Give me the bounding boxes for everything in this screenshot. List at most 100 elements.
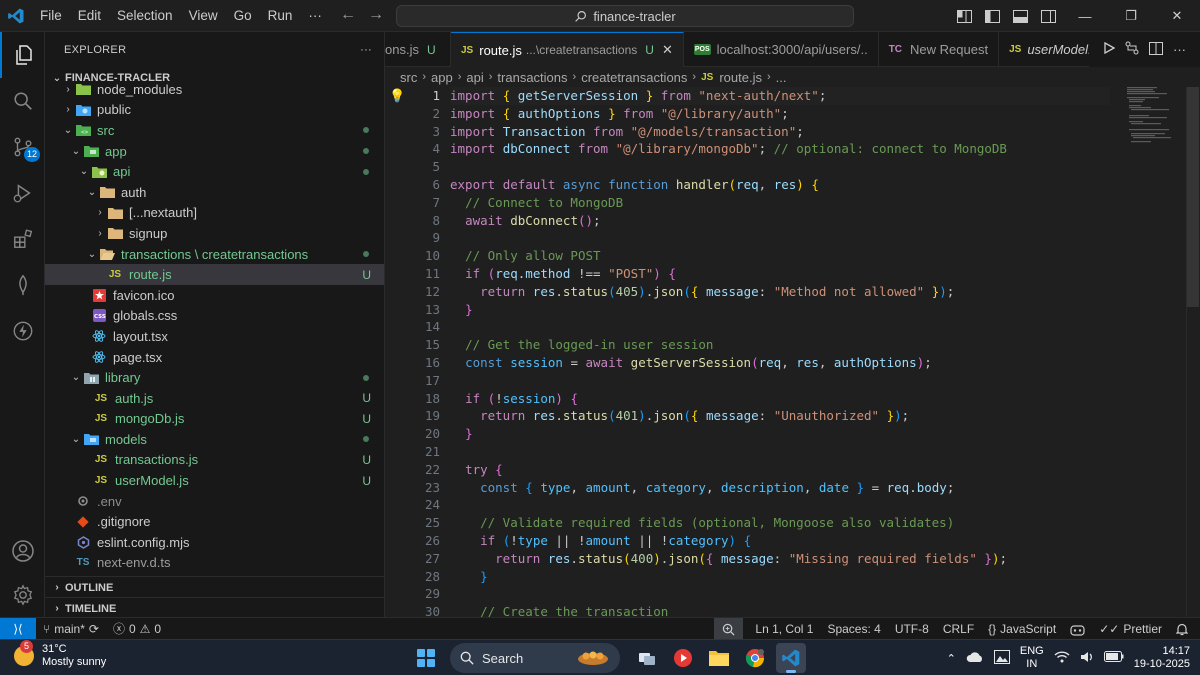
onedrive-cloud-icon[interactable] [966, 651, 984, 666]
git-branch[interactable]: ⑂ main* ⟳ [36, 622, 106, 636]
breadcrumb-app[interactable]: app [431, 70, 453, 85]
prettier-status[interactable]: ✓✓ Prettier [1092, 622, 1169, 636]
toggle-secondary-sidebar-icon[interactable] [1037, 8, 1059, 24]
tree-row-transactions-js[interactable]: JS transactions.js U [45, 450, 384, 471]
forward-arrow-icon[interactable]: → [368, 6, 384, 24]
run-icon[interactable] [1103, 41, 1116, 57]
encoding[interactable]: UTF-8 [888, 622, 936, 636]
tree-row-mongodb-js[interactable]: JS mongoDb.js U [45, 409, 384, 430]
tree-row-nextauth[interactable]: › [...nextauth] [45, 203, 384, 224]
accounts-icon[interactable] [0, 528, 45, 574]
menu-go[interactable]: Go [226, 0, 260, 32]
chrome-icon[interactable] [740, 643, 770, 673]
vscode-taskbar-icon[interactable] [776, 643, 806, 673]
tab-localhost-request[interactable]: POS localhost:3000/api/users/.. [684, 32, 879, 67]
tree-row-next-env[interactable]: TS next-env.d.ts [45, 553, 384, 574]
remote-indicator-icon[interactable]: ⟩⟨ [0, 617, 36, 640]
minimize-button[interactable]: — [1062, 0, 1108, 32]
weather-widget[interactable]: 5 31°C Mostly sunny [14, 640, 106, 669]
sync-icon[interactable]: ⟳ [89, 622, 99, 636]
settings-gear-icon[interactable] [0, 572, 45, 618]
tab-route-js[interactable]: JS route.js ...\createtransactions U ✕ [451, 32, 684, 67]
media-player-icon[interactable] [668, 643, 698, 673]
tree-row-public[interactable]: › public [45, 100, 384, 121]
search-icon[interactable] [0, 78, 45, 124]
tree-row-env[interactable]: .env [45, 491, 384, 512]
split-editor-icon[interactable] [1149, 41, 1163, 58]
menu-selection[interactable]: Selection [109, 0, 181, 32]
toggle-panel-icon[interactable] [1009, 8, 1031, 24]
tree-row-api[interactable]: ⌄ api [45, 161, 384, 182]
code-editor[interactable]: 💡 1 2 3 4 5 6 7 8 9 10 11 12 13 14 15 16 17 18 19 20 21 22 23 2… [385, 87, 1200, 617]
tree-row-globals-css[interactable]: CSS globals.css [45, 306, 384, 327]
indentation[interactable]: Spaces: 4 [820, 622, 887, 636]
command-center-search[interactable]: finance-tracler [396, 5, 854, 27]
tree-row-node-modules[interactable]: › node_modules [45, 79, 384, 100]
tree-row-eslint[interactable]: eslint.config.mjs [45, 532, 384, 553]
copilot-icon[interactable] [1063, 623, 1092, 636]
timeline-section-header[interactable]: › TIMELINE [45, 597, 384, 617]
outline-section-header[interactable]: › OUTLINE [45, 576, 384, 598]
editor-vertical-scrollbar[interactable] [1186, 87, 1200, 617]
extensions-icon[interactable] [0, 216, 45, 262]
notifications-bell-icon[interactable] [1169, 623, 1200, 636]
menu-edit[interactable]: Edit [70, 0, 109, 32]
compare-changes-icon[interactable] [1125, 41, 1139, 58]
code-content[interactable]: import { getServerSession } from "next-a… [450, 87, 1110, 617]
thunder-client-icon[interactable] [0, 308, 45, 354]
tree-row-src[interactable]: ⌄ <> src [45, 120, 384, 141]
input-language[interactable]: ENG IN [1020, 645, 1044, 671]
tab-new-request[interactable]: TC New Request [879, 32, 1000, 67]
breadcrumb-src[interactable]: src [400, 70, 417, 85]
breadcrumb-transactions[interactable]: transactions [497, 70, 567, 85]
restore-button[interactable]: ❐ [1108, 0, 1154, 32]
taskbar-search[interactable]: Search [450, 643, 620, 673]
menu-file[interactable]: File [32, 0, 70, 32]
task-view-icon[interactable] [632, 643, 662, 673]
tree-row-library[interactable]: ⌄ library [45, 367, 384, 388]
tree-row-page-tsx[interactable]: page.tsx [45, 347, 384, 368]
tree-row-route-js[interactable]: JS route.js U [45, 264, 384, 285]
windows-start-icon[interactable] [414, 646, 438, 670]
breadcrumb-createtransactions[interactable]: createtransactions [581, 70, 687, 85]
wallpaper-app-icon[interactable] [993, 649, 1010, 667]
tree-row-usermodel-js[interactable]: JS userModel.js U [45, 470, 384, 491]
tree-row-app[interactable]: ⌄ app [45, 141, 384, 162]
explorer-icon[interactable] [0, 32, 45, 78]
system-clock[interactable]: 14:17 19-10-2025 [1134, 645, 1190, 671]
language-mode[interactable]: {} JavaScript [981, 622, 1063, 636]
tree-row-models[interactable]: ⌄ models [45, 429, 384, 450]
problems-indicator[interactable]: ⓧ 0 ⚠ 0 [106, 620, 168, 637]
tree-row-auth[interactable]: ⌄ auth [45, 182, 384, 203]
back-arrow-icon[interactable]: ← [340, 6, 356, 24]
menu-run[interactable]: Run [260, 0, 301, 32]
toggle-sidebar-icon[interactable] [981, 8, 1003, 24]
more-actions-icon[interactable]: ··· [1173, 42, 1186, 57]
wifi-icon[interactable] [1054, 650, 1070, 666]
menu-view[interactable]: View [181, 0, 226, 32]
close-window-button[interactable]: ✕ [1154, 0, 1200, 32]
tree-row-gitignore[interactable]: .gitignore [45, 511, 384, 532]
zoom-icon[interactable] [714, 618, 744, 640]
explorer-more-button[interactable]: ··· [360, 44, 372, 56]
breadcrumb-symbol[interactable]: ... [776, 70, 787, 85]
file-explorer-icon[interactable] [704, 643, 734, 673]
vscode-logo-icon[interactable] [0, 0, 32, 32]
breadcrumb-api[interactable]: api [466, 70, 483, 85]
battery-icon[interactable] [1103, 651, 1124, 665]
breadcrumb-route-js[interactable]: route.js [719, 70, 762, 85]
tree-row-layout-tsx[interactable]: layout.tsx [45, 326, 384, 347]
tree-row-signup[interactable]: › signup [45, 223, 384, 244]
tab-transactions-js[interactable]: ons.js U [385, 32, 451, 67]
layout-icon[interactable] [953, 8, 975, 24]
cursor-position[interactable]: Ln 1, Col 1 [743, 622, 820, 636]
tree-row-transactions[interactable]: ⌄ transactions \ createtransactions [45, 244, 384, 265]
close-tab-icon[interactable]: ✕ [662, 42, 673, 58]
minimap[interactable] [1125, 87, 1185, 147]
menu-more[interactable]: ··· [300, 0, 330, 32]
tree-row-auth-js[interactable]: JS auth.js U [45, 388, 384, 409]
scrollbar-thumb[interactable] [1187, 87, 1199, 307]
tree-row-favicon[interactable]: favicon.ico [45, 285, 384, 306]
end-of-line[interactable]: CRLF [936, 622, 981, 636]
volume-icon[interactable] [1080, 651, 1094, 666]
